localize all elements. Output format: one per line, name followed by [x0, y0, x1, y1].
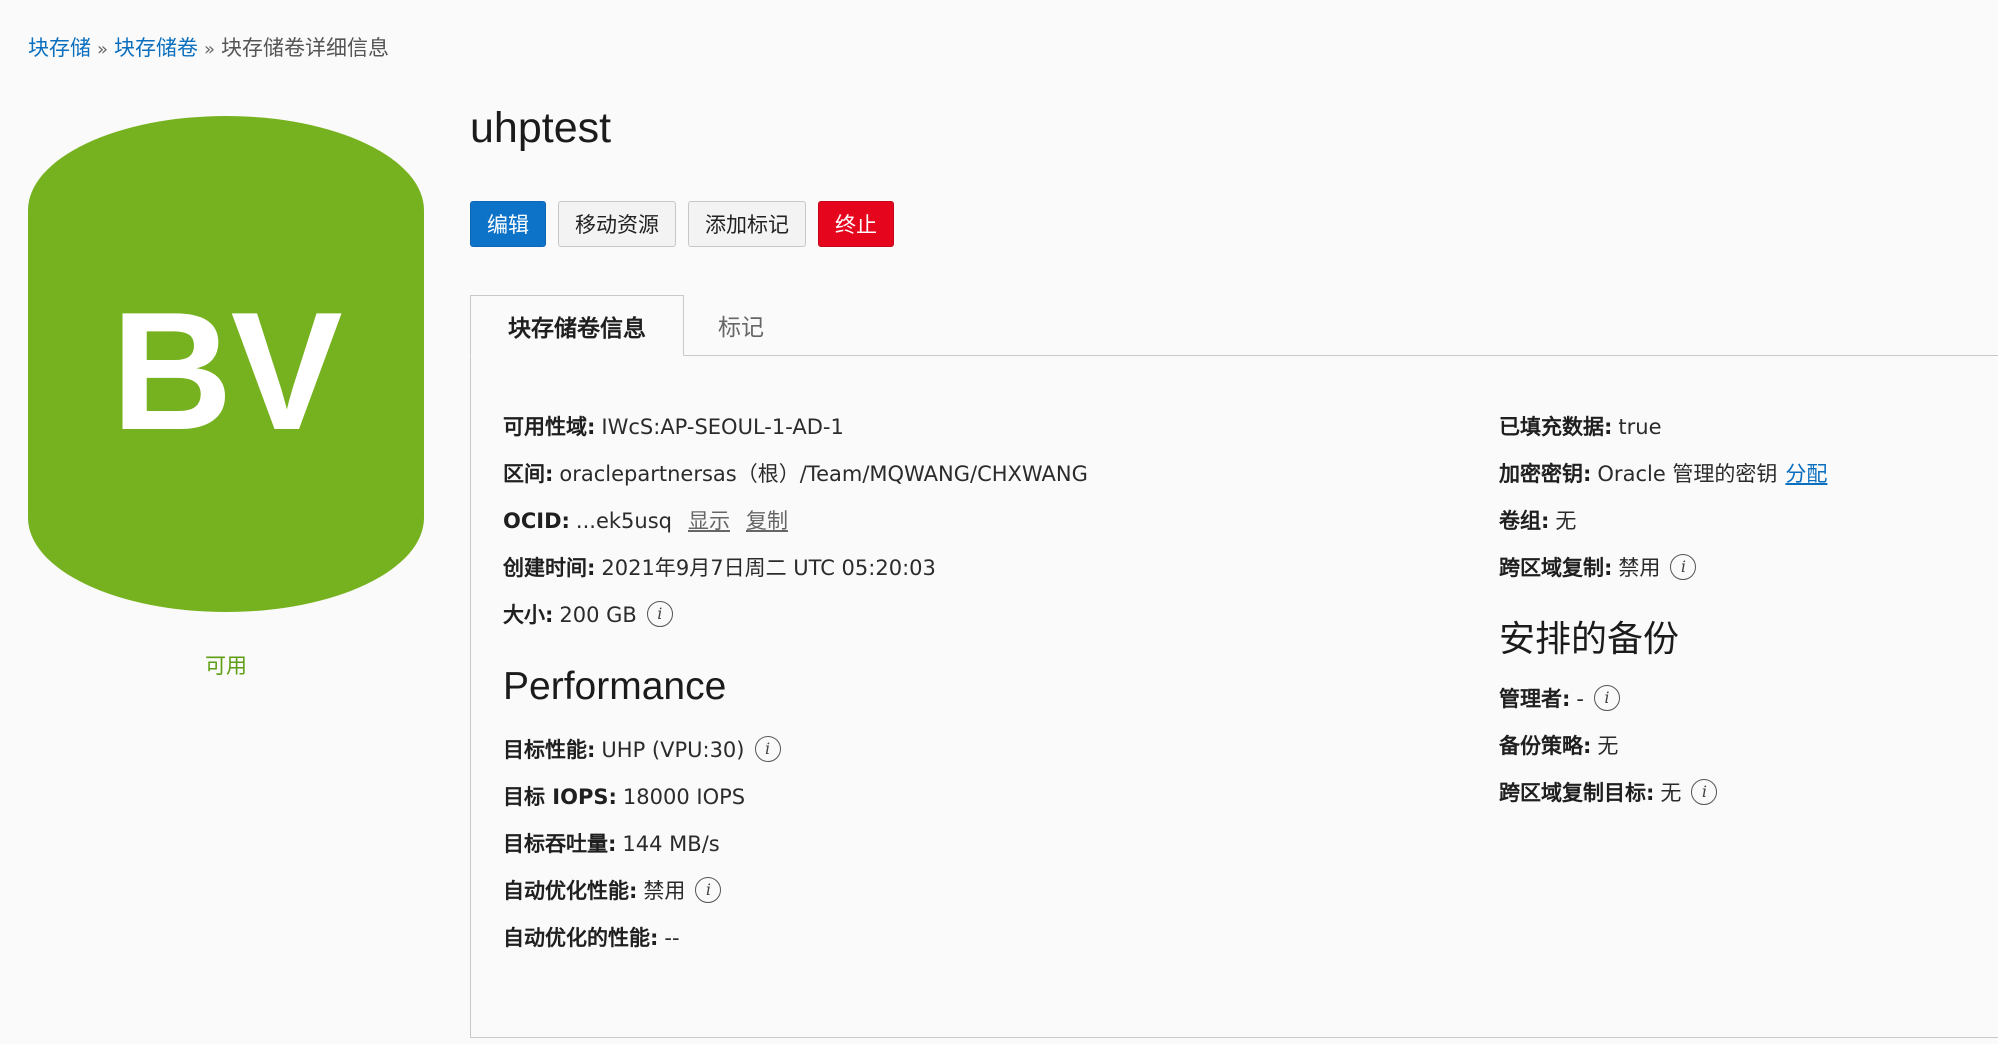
auto-tune-row: 自动优化性能: 禁用 i: [503, 876, 1403, 923]
target-throughput-label: 目标吞吐量:: [503, 832, 617, 856]
breadcrumb-separator: »: [97, 39, 109, 60]
ocid-value: ...ek5usq: [575, 509, 672, 533]
volume-group-row: 卷组: 无: [1499, 506, 1979, 553]
resource-badge-column: BV 可用: [28, 116, 424, 680]
target-performance-label: 目标性能:: [503, 738, 596, 762]
terminate-button[interactable]: 终止: [818, 201, 894, 247]
size-label: 大小:: [503, 603, 554, 627]
created-row: 创建时间: 2021年9月7日周二 UTC 05:20:03: [503, 553, 1403, 600]
compartment-value: oraclepartnersas（根）/Team/MQWANG/CHXWANG: [559, 462, 1088, 486]
breadcrumb-block-storage-link[interactable]: 块存储: [28, 36, 91, 60]
main-content: uhptest 编辑 移动资源 添加标记 终止 块存储卷信息 标记 可用性域: …: [470, 100, 1998, 1038]
info-icon[interactable]: i: [1691, 779, 1718, 805]
backup-manager-label: 管理者:: [1499, 687, 1571, 711]
details-left-column: 可用性域: IWcS:AP-SEOUL-1-AD-1 区间: oraclepar…: [503, 412, 1403, 970]
cross-region-replication-row: 跨区域复制: 禁用 i: [1499, 553, 1979, 600]
volume-group-value: 无: [1555, 509, 1577, 533]
action-toolbar: 编辑 移动资源 添加标记 终止: [470, 201, 1998, 247]
target-throughput-value: 144 MB/s: [622, 832, 720, 856]
breadcrumb-block-volumes-link[interactable]: 块存储卷: [114, 36, 198, 60]
backup-policy-label: 备份策略:: [1499, 734, 1592, 758]
breadcrumb: 块存储» 块存储卷» 块存储卷详细信息: [28, 34, 389, 64]
ocid-row: OCID: ...ek5usq 显示 复制: [503, 506, 1403, 553]
auto-tune-value: 禁用: [643, 879, 686, 903]
cross-region-replication-value: 禁用: [1618, 556, 1661, 580]
block-volume-icon-text: BV: [111, 277, 342, 465]
backup-manager-value: -: [1576, 687, 1584, 711]
target-iops-value: 18000 IOPS: [622, 785, 746, 809]
tab-bar: 块存储卷信息 标记: [470, 295, 1998, 356]
backup-manager-row: 管理者: - i: [1499, 684, 1979, 731]
size-row: 大小: 200 GB i: [503, 600, 1403, 647]
cross-region-target-row: 跨区域复制目标: 无 i: [1499, 778, 1979, 825]
auto-tuned-performance-label: 自动优化的性能:: [503, 926, 659, 950]
block-volume-icon: BV: [28, 116, 424, 612]
compartment-label: 区间:: [503, 462, 554, 486]
availability-domain-row: 可用性域: IWcS:AP-SEOUL-1-AD-1: [503, 412, 1403, 459]
ocid-label: OCID:: [503, 509, 570, 533]
page-title: uhptest: [470, 104, 612, 152]
info-icon[interactable]: i: [646, 601, 673, 627]
scheduled-backups-heading: 安排的备份: [1499, 619, 1680, 660]
size-value: 200 GB: [559, 603, 637, 627]
encryption-key-label: 加密密钥:: [1499, 462, 1592, 486]
auto-tuned-performance-row: 自动优化的性能: --: [503, 923, 1403, 970]
target-performance-value: UHP (VPU:30): [601, 738, 745, 762]
hydrated-row: 已填充数据: true: [1499, 412, 1979, 459]
ocid-copy-link[interactable]: 复制: [746, 506, 788, 536]
performance-heading: Performance: [503, 665, 727, 708]
cross-region-replication-label: 跨区域复制:: [1499, 556, 1613, 580]
ocid-show-link[interactable]: 显示: [688, 506, 730, 536]
status-label: 可用: [205, 654, 247, 678]
availability-domain-value: IWcS:AP-SEOUL-1-AD-1: [601, 415, 844, 439]
volume-group-label: 卷组:: [1499, 509, 1550, 533]
volume-info-panel: 可用性域: IWcS:AP-SEOUL-1-AD-1 区间: oraclepar…: [470, 356, 1998, 1038]
backup-policy-row: 备份策略: 无: [1499, 731, 1979, 778]
encryption-key-value: Oracle 管理的密钥: [1597, 462, 1778, 486]
tab-volume-info[interactable]: 块存储卷信息: [470, 295, 684, 356]
encryption-key-row: 加密密钥: Oracle 管理的密钥 分配: [1499, 459, 1979, 506]
tab-tags[interactable]: 标记: [718, 295, 764, 355]
created-value: 2021年9月7日周二 UTC 05:20:03: [601, 556, 936, 580]
target-iops-label: 目标 IOPS:: [503, 785, 617, 809]
auto-tuned-performance-value: --: [664, 926, 680, 950]
target-performance-row: 目标性能: UHP (VPU:30) i: [503, 735, 1403, 782]
details-right-column: 已填充数据: true 加密密钥: Oracle 管理的密钥 分配 卷组: 无 …: [1499, 412, 1979, 825]
backup-policy-value: 无: [1597, 734, 1619, 758]
edit-button[interactable]: 编辑: [470, 201, 546, 247]
info-icon[interactable]: i: [1670, 554, 1697, 580]
target-iops-row: 目标 IOPS: 18000 IOPS: [503, 782, 1403, 829]
breadcrumb-current: 块存储卷详细信息: [221, 36, 390, 60]
compartment-row: 区间: oraclepartnersas（根）/Team/MQWANG/CHXW…: [503, 459, 1403, 506]
breadcrumb-separator: »: [204, 39, 216, 60]
auto-tune-label: 自动优化性能:: [503, 879, 638, 903]
info-icon[interactable]: i: [1593, 685, 1620, 711]
cross-region-target-value: 无: [1660, 781, 1682, 805]
assign-key-link[interactable]: 分配: [1785, 459, 1827, 489]
hydrated-value: true: [1618, 415, 1662, 439]
created-label: 创建时间:: [503, 556, 596, 580]
hydrated-label: 已填充数据:: [1499, 415, 1613, 439]
availability-domain-label: 可用性域:: [503, 415, 596, 439]
move-resource-button[interactable]: 移动资源: [558, 201, 676, 247]
target-throughput-row: 目标吞吐量: 144 MB/s: [503, 829, 1403, 876]
info-icon[interactable]: i: [695, 877, 722, 903]
cross-region-target-label: 跨区域复制目标:: [1499, 781, 1655, 805]
add-tags-button[interactable]: 添加标记: [688, 201, 806, 247]
info-icon[interactable]: i: [754, 736, 781, 762]
